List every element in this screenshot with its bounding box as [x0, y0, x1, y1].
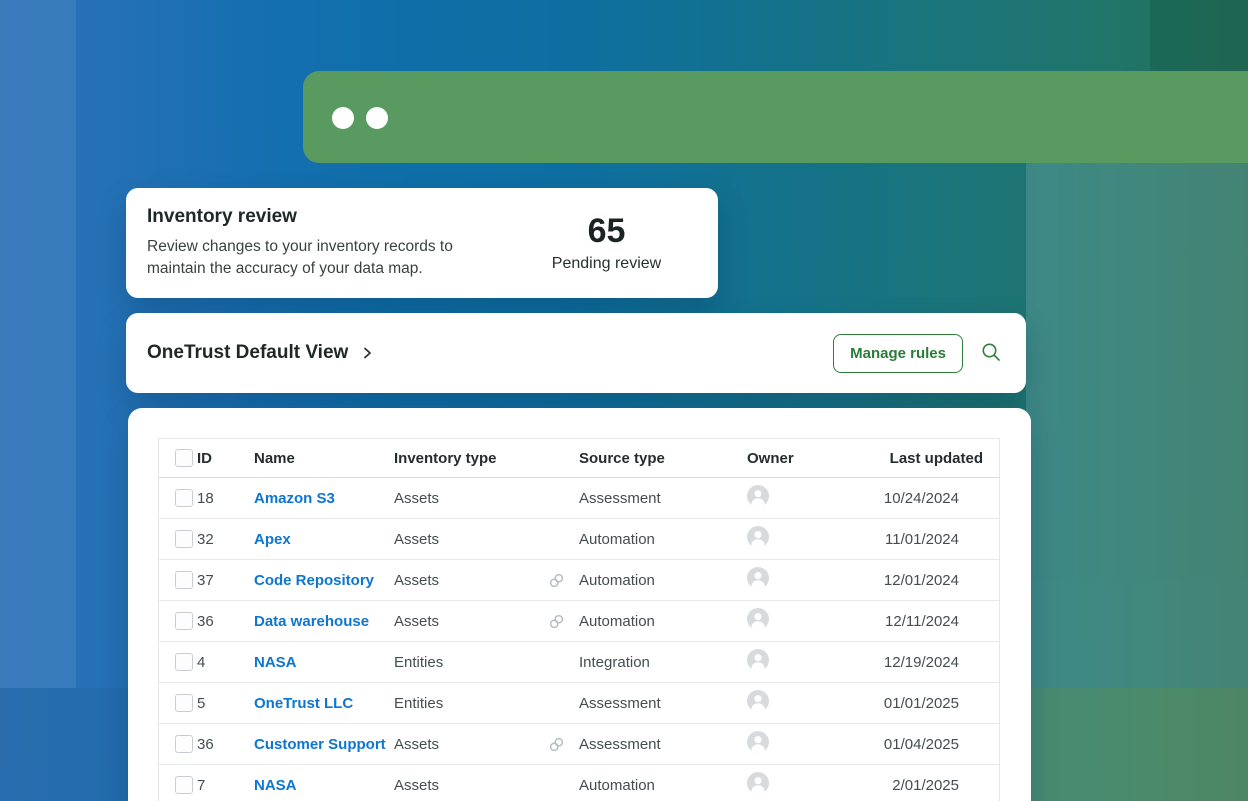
chevron-right-icon[interactable] — [360, 346, 374, 360]
cell-inventory-type: Entities — [394, 695, 548, 712]
cell-inventory-type: Assets — [394, 572, 548, 589]
cell-id: 37 — [197, 572, 254, 589]
cell-id: 36 — [197, 613, 254, 630]
search-icon — [980, 341, 1002, 366]
row-checkbox[interactable] — [175, 612, 193, 630]
linked-source-icon — [548, 736, 565, 753]
record-name-link[interactable]: OneTrust LLC — [254, 695, 353, 712]
cell-id: 7 — [197, 777, 254, 794]
marketing-background: Inventory review Review changes to your … — [0, 0, 1248, 801]
view-toolbar: OneTrust Default View Manage rules — [126, 313, 1026, 393]
owner-avatar[interactable] — [747, 485, 769, 507]
owner-avatar[interactable] — [747, 772, 769, 794]
cell-inventory-type: Entities — [394, 654, 548, 671]
row-checkbox[interactable] — [175, 489, 193, 507]
background-tile — [1026, 163, 1248, 580]
table-row: 36 Customer Support Assets Assessment 01… — [159, 724, 999, 765]
linked-source-icon — [548, 572, 565, 589]
cell-last-updated: 01/04/2025 — [883, 736, 983, 753]
cell-source-type: Automation — [579, 531, 655, 548]
cell-last-updated: 12/19/2024 — [883, 654, 983, 671]
record-name-link[interactable]: NASA — [254, 777, 297, 794]
cell-id: 32 — [197, 531, 254, 548]
record-name-link[interactable]: NASA — [254, 654, 297, 671]
select-all-checkbox[interactable] — [175, 449, 193, 467]
owner-avatar[interactable] — [747, 526, 769, 548]
cell-source-type: Automation — [579, 613, 655, 630]
cell-id: 5 — [197, 695, 254, 712]
cell-inventory-type: Assets — [394, 777, 548, 794]
view-title: OneTrust Default View — [126, 342, 348, 364]
record-name-link[interactable]: Data warehouse — [254, 613, 369, 630]
column-header-owner[interactable]: Owner — [747, 450, 883, 467]
cell-id: 18 — [197, 490, 254, 507]
record-name-link[interactable]: Apex — [254, 531, 291, 548]
cell-last-updated: 10/24/2024 — [883, 490, 983, 507]
cell-inventory-type: Assets — [394, 490, 548, 507]
pending-review-label: Pending review — [509, 255, 704, 273]
table-header-row: ID Name Inventory type Source type Owner… — [159, 439, 999, 478]
column-header-source-type[interactable]: Source type — [548, 450, 747, 467]
summary-title: Inventory review — [147, 206, 499, 228]
owner-avatar[interactable] — [747, 608, 769, 630]
column-header-inventory-type[interactable]: Inventory type — [394, 450, 548, 467]
cell-inventory-type: Assets — [394, 531, 548, 548]
column-header-id[interactable]: ID — [197, 450, 254, 467]
background-tile — [0, 0, 76, 688]
table-row: 32 Apex Assets Automation 11/01/2024 — [159, 519, 999, 560]
row-checkbox[interactable] — [175, 735, 193, 753]
owner-avatar[interactable] — [747, 731, 769, 753]
cell-last-updated: 12/01/2024 — [883, 572, 983, 589]
row-checkbox[interactable] — [175, 694, 193, 712]
search-button[interactable] — [980, 341, 1002, 366]
table-row: 7 NASA Assets Automation 2/01/2025 — [159, 765, 999, 801]
table-row: 36 Data warehouse Assets Automation 12/1… — [159, 601, 999, 642]
cell-source-type: Automation — [579, 777, 655, 794]
inventory-review-summary-card: Inventory review Review changes to your … — [126, 188, 718, 298]
owner-avatar[interactable] — [747, 649, 769, 671]
cell-last-updated: 01/01/2025 — [883, 695, 983, 712]
column-header-name[interactable]: Name — [254, 450, 394, 467]
cell-source-type: Integration — [579, 654, 650, 671]
manage-rules-button[interactable]: Manage rules — [833, 334, 963, 373]
inventory-table: ID Name Inventory type Source type Owner… — [158, 438, 1000, 801]
inventory-table-card: ID Name Inventory type Source type Owner… — [128, 408, 1031, 801]
cell-inventory-type: Assets — [394, 736, 548, 753]
column-header-last-updated[interactable]: Last updated — [883, 450, 983, 467]
record-name-link[interactable]: Code Repository — [254, 572, 374, 589]
table-row: 4 NASA Entities Integration 12/19/2024 — [159, 642, 999, 683]
cell-last-updated: 2/01/2025 — [883, 777, 983, 794]
owner-avatar[interactable] — [747, 567, 769, 589]
table-row: 18 Amazon S3 Assets Assessment 10/24/202… — [159, 478, 999, 519]
row-checkbox[interactable] — [175, 571, 193, 589]
cell-id: 4 — [197, 654, 254, 671]
window-control-dot[interactable] — [332, 107, 354, 129]
cell-source-type: Assessment — [579, 736, 661, 753]
row-checkbox[interactable] — [175, 653, 193, 671]
record-name-link[interactable]: Customer Support — [254, 736, 386, 753]
cell-source-type: Automation — [579, 572, 655, 589]
summary-description: Review changes to your inventory records… — [147, 236, 499, 279]
cell-id: 36 — [197, 736, 254, 753]
cell-source-type: Assessment — [579, 695, 661, 712]
window-control-dot[interactable] — [366, 107, 388, 129]
record-name-link[interactable]: Amazon S3 — [254, 490, 335, 507]
table-row: 5 OneTrust LLC Entities Assessment 01/01… — [159, 683, 999, 724]
row-checkbox[interactable] — [175, 530, 193, 548]
cell-source-type: Assessment — [579, 490, 661, 507]
cell-last-updated: 12/11/2024 — [883, 613, 983, 630]
pending-review-count: 65 — [509, 213, 704, 250]
cell-inventory-type: Assets — [394, 613, 548, 630]
row-checkbox[interactable] — [175, 776, 193, 794]
table-body: 18 Amazon S3 Assets Assessment 10/24/202… — [159, 478, 999, 801]
linked-source-icon — [548, 613, 565, 630]
table-row: 37 Code Repository Assets Automation 12/… — [159, 560, 999, 601]
cell-last-updated: 11/01/2024 — [883, 531, 983, 548]
owner-avatar[interactable] — [747, 690, 769, 712]
window-title-bar — [303, 71, 1248, 163]
